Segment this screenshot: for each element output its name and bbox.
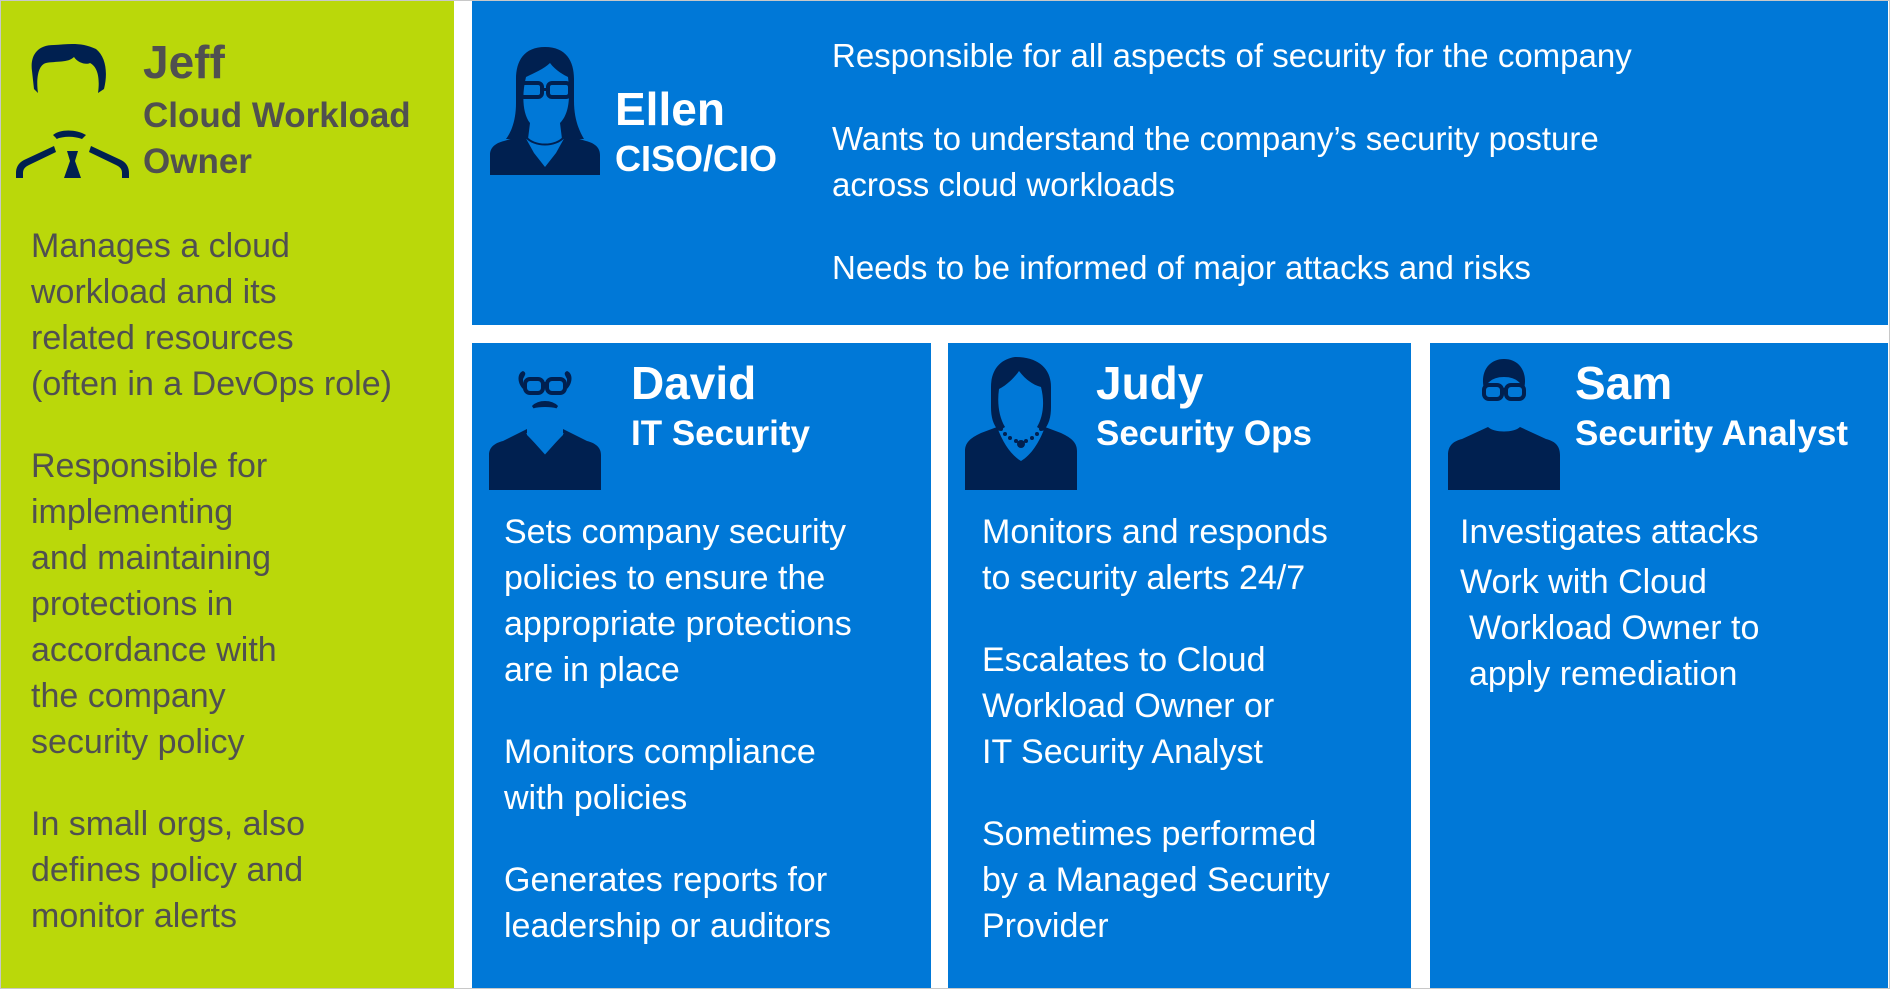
responsibility-item: Responsible for all aspects of security … xyxy=(832,33,1632,79)
persona-role: Cloud Workload Owner xyxy=(143,93,411,185)
responsibility-item: Needs to be informed of major attacks an… xyxy=(832,245,1632,291)
responsibility-item: Responsible for implementing and maintai… xyxy=(31,443,392,765)
responsibility-item: Wants to understand the company’s securi… xyxy=(832,116,1632,208)
text-line: Monitors compliance xyxy=(504,733,816,771)
text-line: Escalates to Cloud xyxy=(982,641,1266,679)
text-line: Workload Owner or xyxy=(982,687,1275,725)
text-line: Provider xyxy=(982,907,1109,945)
text-line: (often in a DevOps role) xyxy=(31,365,392,403)
role-line: IT Security xyxy=(631,414,810,453)
responsibility-item: In small orgs, also defines policy and m… xyxy=(31,801,392,939)
role-line: Owner xyxy=(143,142,252,181)
man-with-tie-icon xyxy=(16,43,129,178)
text-line: accordance with xyxy=(31,631,277,669)
text-line: Workload Owner to xyxy=(1469,609,1760,647)
text-line: In small orgs, also xyxy=(31,805,305,843)
text-line: IT Security Analyst xyxy=(982,733,1263,771)
responsibility-item: Work with Cloud Workload Owner to apply … xyxy=(1460,559,1759,697)
role-line: Cloud Workload xyxy=(143,96,411,135)
text-line: Sets company security xyxy=(504,513,847,551)
man-with-glasses-mustache-icon xyxy=(489,355,601,490)
man-with-glasses-icon xyxy=(1448,355,1560,490)
persona-card-jeff: Jeff Cloud Workload Owner Manages a clou… xyxy=(1,1,454,988)
persona-name: Ellen xyxy=(615,83,725,135)
role-line: Security Ops xyxy=(1096,414,1312,453)
text-line: Responsible for all aspects of security … xyxy=(832,37,1632,74)
persona-role: Security Ops xyxy=(1096,411,1312,457)
responsibility-item: Investigates attacks xyxy=(1460,509,1759,555)
text-line: Investigates attacks xyxy=(1460,513,1759,551)
text-line: to security alerts 24/7 xyxy=(982,559,1306,597)
text-line: related resources xyxy=(31,319,294,357)
responsibility-item: Escalates to Cloud Workload Owner or IT … xyxy=(982,637,1330,775)
text-line: appropriate protections xyxy=(504,605,852,643)
text-line: Needs to be informed of major attacks an… xyxy=(832,249,1531,286)
text-line: Wants to understand the company’s securi… xyxy=(832,120,1599,157)
persona-card-david: David IT Security Sets company security … xyxy=(472,343,931,988)
persona-name: David xyxy=(631,357,757,409)
responsibility-item: Monitors and responds to security alerts… xyxy=(982,509,1330,601)
text-line: Work with Cloud xyxy=(1460,563,1707,601)
text-line: and maintaining xyxy=(31,539,272,577)
text-line: with policies xyxy=(504,779,688,817)
text-line: the company xyxy=(31,677,226,715)
text-line: Responsible for xyxy=(31,447,268,485)
text-line: are in place xyxy=(504,651,680,689)
responsibilities-list: Investigates attacks Work with Cloud Wor… xyxy=(1460,509,1759,701)
responsibility-item: Sets company security policies to ensure… xyxy=(504,509,852,693)
text-line: implementing xyxy=(31,493,234,531)
text-line: leadership or auditors xyxy=(504,907,831,945)
responsibility-item: Manages a cloud workload and its related… xyxy=(31,223,392,407)
persona-card-sam: Sam Security Analyst Investigates attack… xyxy=(1430,343,1888,988)
text-line: across cloud workloads xyxy=(832,166,1175,203)
responsibilities-list: Sets company security policies to ensure… xyxy=(504,509,852,985)
text-line: workload and its xyxy=(31,273,277,311)
text-line: Monitors and responds xyxy=(982,513,1328,551)
persona-role: Security Analyst xyxy=(1575,411,1848,457)
text-line: apply remediation xyxy=(1469,655,1738,693)
persona-card-judy: Judy Security Ops Monitors and responds … xyxy=(948,343,1411,988)
persona-name: Sam xyxy=(1575,357,1673,409)
responsibility-item: Sometimes performed by a Managed Securit… xyxy=(982,811,1330,949)
responsibilities-list: Manages a cloud workload and its related… xyxy=(31,223,392,975)
role-line: CISO/CIO xyxy=(615,138,778,179)
persona-name: Jeff xyxy=(143,36,225,88)
persona-role: IT Security xyxy=(631,411,810,457)
persona-role: CISO/CIO xyxy=(615,137,777,181)
persona-name: Judy xyxy=(1096,357,1204,409)
responsibilities-list: Monitors and responds to security alerts… xyxy=(982,509,1330,985)
text-line: protections in xyxy=(31,585,234,623)
responsibilities-list: Responsible for all aspects of security … xyxy=(832,33,1632,328)
text-line: monitor alerts xyxy=(31,897,237,935)
responsibility-item: Generates reports for leadership or audi… xyxy=(504,857,852,949)
responsibility-item: Monitors compliance with policies xyxy=(504,729,852,821)
text-line: Manages a cloud xyxy=(31,227,290,265)
text-line: Sometimes performed xyxy=(982,815,1317,853)
text-line: Generates reports for xyxy=(504,861,828,899)
text-line: defines policy and xyxy=(31,851,304,889)
text-line: security policy xyxy=(31,723,245,761)
persona-card-ellen: Ellen CISO/CIO Responsible for all aspec… xyxy=(472,1,1888,325)
woman-with-glasses-icon xyxy=(490,43,600,175)
woman-with-necklace-icon xyxy=(965,355,1077,490)
role-line: Security Analyst xyxy=(1575,414,1848,453)
text-line: by a Managed Security xyxy=(982,861,1330,899)
text-line: policies to ensure the xyxy=(504,559,826,597)
